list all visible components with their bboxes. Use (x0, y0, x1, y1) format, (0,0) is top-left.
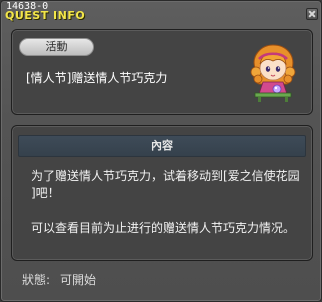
category-badge: 活動 (19, 38, 94, 56)
quest-content-panel: 內容 为了赠送情人节巧克力，试着移动到[爱之信使花园 ]吧！ 可以查看目前为止进… (11, 125, 313, 261)
description-line: 为了赠送情人节巧克力，试着移动到[爱之信使花园 (31, 169, 300, 183)
status-value: 可開始 (60, 273, 97, 287)
content-header: 內容 (18, 135, 306, 157)
npc-girl-portrait-icon (247, 42, 299, 102)
close-button[interactable] (306, 8, 318, 20)
status-label: 狀態: (22, 273, 51, 287)
window-title: QUEST INFO (5, 9, 86, 22)
description-line: 可以查看目前为止进行的赠送情人节巧克力情况。 (31, 221, 296, 235)
quest-info-window: 14638-0 QUEST INFO 活動 [情人节]赠送情人节巧克力 內容 为… (0, 0, 322, 302)
description-line: ]吧！ (31, 186, 60, 200)
quest-name: [情人节]赠送情人节巧克力 (26, 71, 168, 85)
quest-summary-panel: 活動 [情人节]赠送情人节巧克力 (11, 29, 313, 115)
